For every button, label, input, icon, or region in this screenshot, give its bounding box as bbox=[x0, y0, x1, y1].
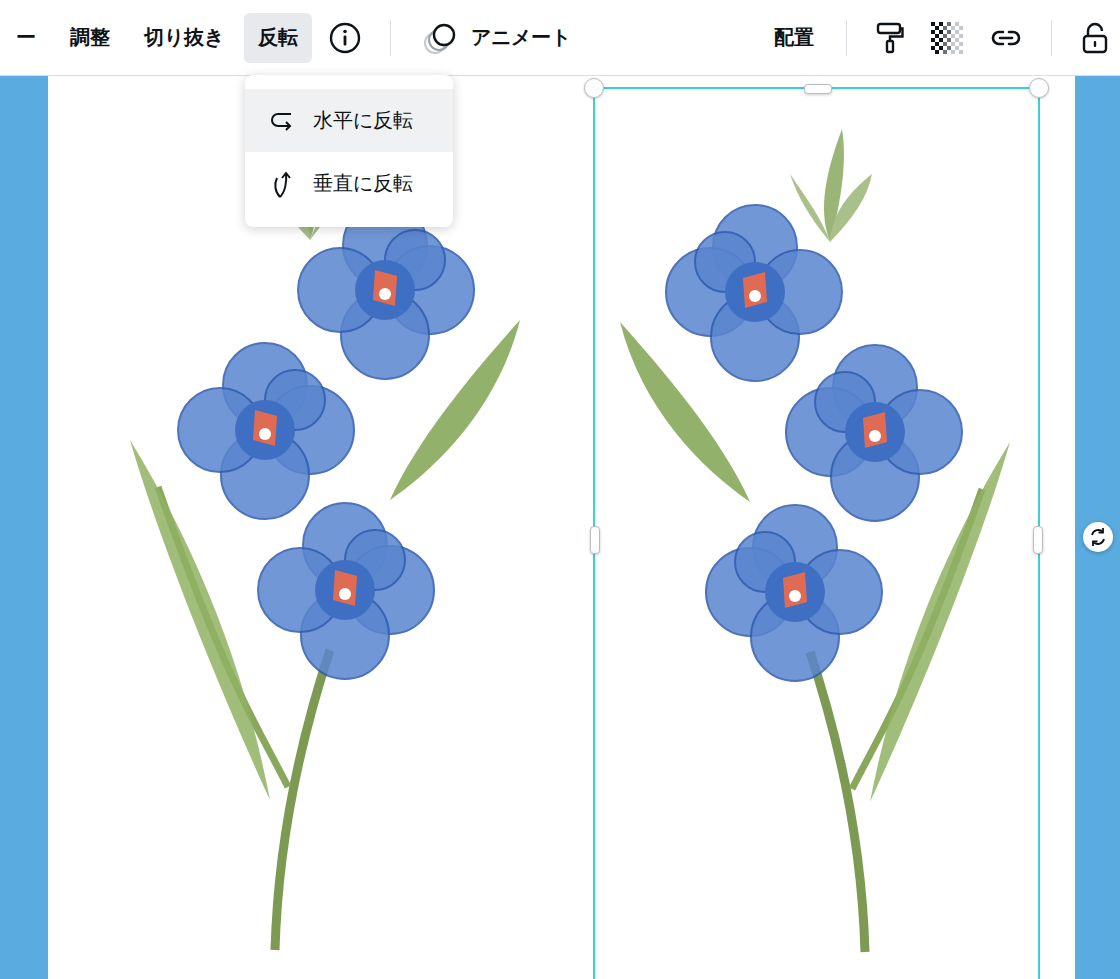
info-button[interactable] bbox=[318, 13, 372, 63]
transparency-icon bbox=[931, 22, 963, 54]
copy-style-button[interactable] bbox=[865, 13, 915, 63]
lock-icon bbox=[1080, 21, 1110, 55]
toolbar-right: 配置 bbox=[760, 13, 1120, 63]
paint-roller-icon bbox=[875, 21, 905, 55]
flip-horizontal-icon bbox=[267, 105, 299, 137]
link-icon bbox=[989, 21, 1023, 55]
menu-item[interactable]: 水平に反転 bbox=[245, 89, 453, 152]
flip-vertical-icon bbox=[267, 168, 299, 200]
info-icon bbox=[328, 21, 362, 55]
animate-icon bbox=[423, 21, 459, 55]
resize-handle[interactable] bbox=[804, 84, 832, 94]
workspace bbox=[0, 76, 1120, 979]
flower-image[interactable] bbox=[593, 87, 1040, 979]
workspace-gutter bbox=[1075, 76, 1120, 979]
toolbar-button[interactable]: ー bbox=[2, 13, 50, 63]
transparency-button[interactable] bbox=[921, 13, 973, 63]
resize-handle[interactable] bbox=[584, 78, 604, 98]
menu-item[interactable]: 垂直に反転 bbox=[245, 152, 453, 215]
toolbar-button[interactable]: 切り抜き bbox=[130, 13, 238, 63]
design-page[interactable] bbox=[48, 76, 1075, 979]
link-button[interactable] bbox=[979, 13, 1033, 63]
toolbar-button[interactable]: 反転 bbox=[244, 13, 312, 63]
toolbar-separator bbox=[390, 20, 391, 56]
rotate-button[interactable] bbox=[1083, 522, 1113, 552]
workspace-gutter bbox=[0, 76, 48, 979]
rotate-icon bbox=[1087, 526, 1109, 548]
flower-illustration-icon bbox=[595, 89, 1042, 979]
resize-handle[interactable] bbox=[1033, 526, 1043, 554]
arrange-button[interactable]: 配置 bbox=[760, 13, 828, 63]
animate-button[interactable]: アニメート bbox=[409, 13, 585, 63]
flip-menu: 水平に反転垂直に反転 bbox=[245, 75, 453, 227]
toolbar-separator bbox=[1051, 20, 1052, 56]
resize-handle[interactable] bbox=[590, 526, 600, 554]
lock-button[interactable] bbox=[1070, 13, 1120, 63]
toolbar-separator bbox=[846, 20, 847, 56]
resize-handle[interactable] bbox=[1029, 78, 1049, 98]
toolbar-button[interactable]: 調整 bbox=[56, 13, 124, 63]
toolbar: ー調整切り抜き反転 アニメート 配置 bbox=[0, 0, 1120, 76]
canva-editor: ー調整切り抜き反転 アニメート 配置水平に反転垂直に反転 bbox=[0, 0, 1120, 979]
toolbar-left: ー調整切り抜き反転 アニメート bbox=[0, 13, 585, 63]
